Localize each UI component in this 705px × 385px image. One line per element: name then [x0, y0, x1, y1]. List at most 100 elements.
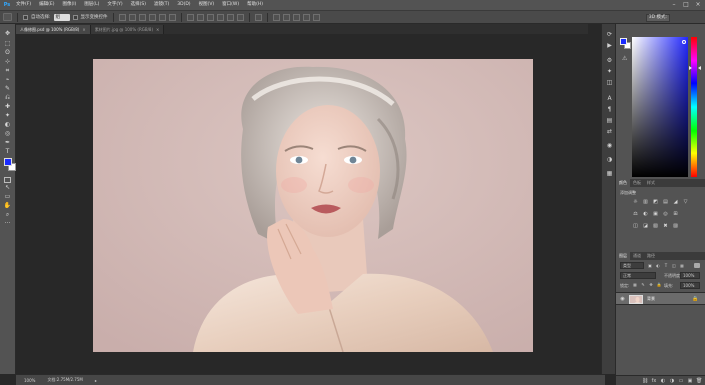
- vibrance-icon[interactable]: ◢: [672, 199, 679, 205]
- brush-tool-icon[interactable]: ⎌: [3, 94, 12, 102]
- lock-transparent-icon[interactable]: ▦: [632, 282, 638, 288]
- properties-icon[interactable]: ⇄: [605, 127, 614, 136]
- distribute-top-icon[interactable]: [186, 13, 194, 21]
- history-icon[interactable]: ⟳: [605, 30, 614, 39]
- levels-icon[interactable]: ▥: [642, 199, 649, 205]
- lock-all-icon[interactable]: 🔒: [656, 282, 662, 288]
- menu-layer[interactable]: 图层(L): [80, 0, 103, 10]
- close-tab-icon[interactable]: ×: [82, 27, 85, 32]
- histogram-icon[interactable]: ◑: [605, 155, 614, 164]
- channel-mixer-icon[interactable]: ◎: [662, 211, 669, 217]
- healing-brush-tool-icon[interactable]: ✎: [3, 85, 12, 93]
- exposure-icon[interactable]: ▤: [662, 199, 669, 205]
- more-tools-icon[interactable]: ···: [3, 220, 12, 228]
- delete-layer-icon[interactable]: 🗑: [696, 378, 702, 384]
- move-tool-icon[interactable]: ✥: [3, 30, 12, 38]
- layer-row[interactable]: ◉ 背景 🔒: [616, 292, 705, 305]
- foreground-color-swatch[interactable]: [4, 158, 12, 166]
- document-tab[interactable]: 人像修图.psd @ 100% (RGB/8) ×: [16, 25, 91, 34]
- zoom-tool-icon[interactable]: ⌕: [3, 211, 12, 219]
- 3d-mode-label[interactable]: 3D 模式:: [645, 14, 670, 22]
- align-vcenter-icon[interactable]: [128, 13, 136, 21]
- distribute-right-icon[interactable]: [236, 13, 244, 21]
- eraser-tool-icon[interactable]: ◐: [3, 121, 12, 129]
- maximize-icon[interactable]: □: [682, 1, 690, 9]
- tab-channels[interactable]: 通道: [630, 252, 644, 260]
- crop-tool-icon[interactable]: ⌗: [3, 67, 12, 75]
- align-right-icon[interactable]: [168, 13, 176, 21]
- menu-type[interactable]: 文字(Y): [103, 0, 126, 10]
- type-filter-icon[interactable]: T: [663, 263, 669, 268]
- link-layers-icon[interactable]: ⛓: [642, 378, 648, 384]
- swatches-icon[interactable]: ▦: [605, 169, 614, 178]
- tab-color[interactable]: 颜色: [616, 179, 630, 187]
- menu-3d[interactable]: 3D(D): [173, 0, 194, 10]
- paragraph-icon[interactable]: ¶: [605, 105, 614, 114]
- layer-name[interactable]: 背景: [647, 296, 655, 302]
- portrait-photo[interactable]: [93, 59, 533, 352]
- color-picker-field[interactable]: [632, 37, 688, 177]
- selective-color-icon[interactable]: ✖: [662, 223, 669, 229]
- actions-icon[interactable]: ▶: [605, 41, 614, 50]
- smart-object-filter-icon[interactable]: ▦: [679, 263, 685, 268]
- new-group-icon[interactable]: ▭: [678, 378, 684, 384]
- new-adjustment-layer-icon[interactable]: ◑: [669, 378, 675, 384]
- quick-select-tool-icon[interactable]: ⊹: [3, 58, 12, 66]
- hand-tool-icon[interactable]: ✋: [3, 202, 12, 210]
- 3d-rotate-icon[interactable]: [272, 13, 280, 21]
- 3d-drag-icon[interactable]: [292, 13, 300, 21]
- lock-position-icon[interactable]: ✥: [648, 282, 654, 288]
- close-icon[interactable]: ×: [694, 1, 702, 9]
- tab-layers[interactable]: 图层: [616, 252, 630, 260]
- threshold-icon[interactable]: ▧: [652, 223, 659, 229]
- align-bottom-icon[interactable]: [138, 13, 146, 21]
- auto-select-dropdown[interactable]: 组: [53, 13, 70, 21]
- visibility-eye-icon[interactable]: ◉: [619, 296, 626, 302]
- menu-view[interactable]: 视图(V): [195, 0, 219, 10]
- distribute-left-icon[interactable]: [216, 13, 224, 21]
- align-hcenter-icon[interactable]: [158, 13, 166, 21]
- curves-icon[interactable]: ◩: [652, 199, 659, 205]
- tab-paths[interactable]: 路径: [644, 252, 658, 260]
- marquee-tool-icon[interactable]: ⬚: [3, 40, 12, 48]
- canvas-area[interactable]: [16, 34, 588, 374]
- brightness-icon[interactable]: ☼: [632, 199, 639, 205]
- clone-source-icon[interactable]: ◫: [605, 78, 614, 87]
- filter-toggle[interactable]: [694, 263, 700, 268]
- type-tool-icon[interactable]: T: [3, 148, 12, 156]
- eyedropper-tool-icon[interactable]: ⌁: [3, 76, 12, 84]
- menu-image[interactable]: 图像(I): [58, 0, 80, 10]
- invert-icon[interactable]: ◫: [632, 223, 639, 229]
- minimize-icon[interactable]: –: [670, 1, 678, 9]
- menu-window[interactable]: 窗口(W): [218, 0, 243, 10]
- hue-slider-handle[interactable]: [687, 66, 701, 70]
- posterize-icon[interactable]: ◪: [642, 223, 649, 229]
- black-white-icon[interactable]: ◐: [642, 211, 649, 217]
- align-left-icon[interactable]: [148, 13, 156, 21]
- quick-mask-icon[interactable]: [4, 177, 11, 183]
- auto-align-icon[interactable]: [254, 13, 262, 21]
- status-menu-arrow-icon[interactable]: ▸: [95, 378, 97, 383]
- app-logo[interactable]: Ps: [2, 1, 12, 9]
- layer-mask-icon[interactable]: ◐: [660, 378, 666, 384]
- layer-lock-icon[interactable]: 🔒: [692, 296, 698, 302]
- color-lookup-icon[interactable]: ⊞: [672, 211, 679, 217]
- tab-swatches[interactable]: 色板: [630, 179, 644, 187]
- hue-slider[interactable]: [691, 37, 697, 177]
- menu-edit[interactable]: 编辑(E): [35, 0, 58, 10]
- fill-field[interactable]: 100%: [680, 282, 700, 289]
- pixel-filter-icon[interactable]: ▣: [647, 263, 653, 268]
- gradient-tool-icon[interactable]: ◎: [3, 130, 12, 138]
- info-icon[interactable]: ▤: [605, 116, 614, 125]
- menu-file[interactable]: 文件(F): [12, 0, 35, 10]
- auto-select-checkbox[interactable]: [23, 14, 28, 20]
- distribute-hcenter-icon[interactable]: [226, 13, 234, 21]
- shape-filter-icon[interactable]: ◫: [671, 263, 677, 268]
- color-balance-icon[interactable]: ⚖: [632, 211, 639, 217]
- tab-styles[interactable]: 样式: [644, 179, 658, 187]
- photo-filter-icon[interactable]: ▣: [652, 211, 659, 217]
- lock-pixels-icon[interactable]: ✎: [640, 282, 646, 288]
- adjustment-filter-icon[interactable]: ◐: [655, 263, 661, 268]
- distribute-vcenter-icon[interactable]: [196, 13, 204, 21]
- 3d-roll-icon[interactable]: [282, 13, 290, 21]
